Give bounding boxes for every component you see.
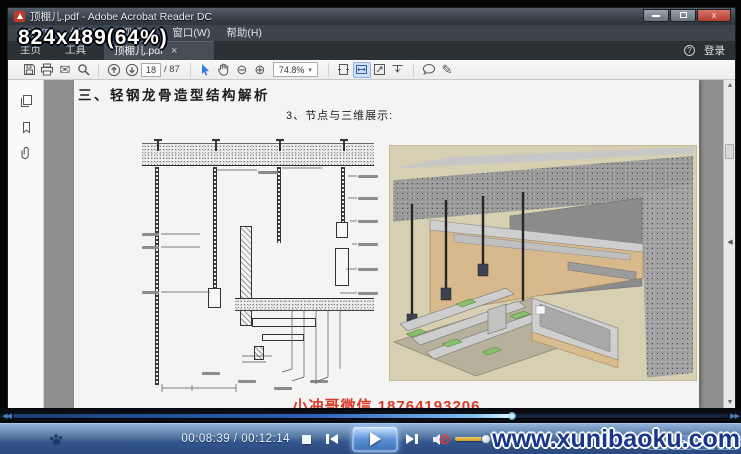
volume-slider[interactable] bbox=[455, 437, 487, 441]
play-button[interactable] bbox=[352, 426, 398, 452]
video-player-frame: 顶棚儿.pdf - Adobe Acrobat Reader DC x 文件(F… bbox=[0, 0, 741, 454]
select-tool-icon[interactable] bbox=[197, 62, 215, 78]
zoom-in-button[interactable]: ⊕ bbox=[251, 62, 269, 78]
fit-width-button[interactable] bbox=[353, 62, 371, 78]
zoom-out-button[interactable]: ⊖ bbox=[233, 62, 251, 78]
menu-window[interactable]: 窗口(W) bbox=[164, 25, 218, 41]
page-number-input[interactable] bbox=[141, 63, 161, 77]
seek-forward-icon[interactable]: ▶▶ bbox=[728, 412, 741, 420]
vertical-scrollbar[interactable]: ▲ ◀ ▼ bbox=[723, 80, 735, 408]
previous-button[interactable] bbox=[326, 434, 338, 444]
page-subtitle: 3、节点与三维展示: bbox=[286, 107, 393, 123]
main-toolbar: ✉ / 87 ⊖ ⊕ 74.8% ▾ bbox=[8, 60, 735, 80]
render-3d-figure bbox=[390, 146, 696, 380]
reading-mode-button[interactable] bbox=[371, 62, 389, 78]
seek-bar[interactable]: ◀◀ ▶▶ bbox=[0, 408, 741, 423]
minimize-button[interactable] bbox=[643, 9, 669, 22]
fill-sign-icon[interactable]: ✎ bbox=[438, 62, 456, 78]
scroll-down-arrow[interactable]: ▼ bbox=[724, 399, 735, 406]
print-button[interactable] bbox=[38, 62, 56, 78]
fit-one-page-button[interactable] bbox=[335, 62, 353, 78]
structure-overlay bbox=[390, 146, 696, 380]
acrobat-window: 顶棚儿.pdf - Adobe Acrobat Reader DC x 文件(F… bbox=[8, 8, 735, 408]
fit-visible-button[interactable] bbox=[389, 62, 407, 78]
save-button[interactable] bbox=[20, 62, 38, 78]
attachments-icon[interactable] bbox=[8, 140, 44, 166]
stop-button[interactable] bbox=[302, 435, 311, 444]
mute-volume-icon[interactable] bbox=[432, 432, 450, 447]
player-controls: 00:08:39 / 00:12:14 ▦ ≡ www.xunibaoku.co… bbox=[0, 423, 741, 454]
chevron-down-icon: ▾ bbox=[308, 66, 312, 74]
sign-in-link[interactable]: 登录 bbox=[704, 43, 725, 58]
time-display: 00:08:39 / 00:12:14 bbox=[160, 433, 290, 445]
tab-close-icon[interactable]: × bbox=[171, 46, 177, 57]
next-button[interactable] bbox=[406, 434, 418, 444]
email-icon[interactable]: ✉ bbox=[56, 62, 74, 78]
comment-icon[interactable] bbox=[420, 62, 438, 78]
page-title: 三、轻钢龙骨造型结构解析 bbox=[78, 84, 270, 104]
next-page-button[interactable] bbox=[123, 62, 141, 78]
seek-glow bbox=[508, 412, 516, 420]
maximize-button[interactable] bbox=[670, 9, 696, 22]
bookmarks-icon[interactable] bbox=[8, 114, 44, 140]
hand-tool-icon[interactable] bbox=[215, 62, 233, 78]
menu-help[interactable]: 帮助(H) bbox=[218, 25, 270, 41]
seek-back-icon[interactable]: ◀◀ bbox=[0, 412, 13, 420]
pdf-page: 三、轻钢龙骨造型结构解析 3、节点与三维展示: bbox=[74, 80, 699, 408]
document-view: 三、轻钢龙骨造型结构解析 3、节点与三维展示: bbox=[44, 80, 735, 408]
navigation-pane bbox=[8, 80, 44, 408]
zoom-level-value: 74.8% bbox=[279, 65, 305, 75]
scroll-up-arrow[interactable]: ▲ bbox=[724, 82, 735, 89]
previous-page-button[interactable] bbox=[105, 62, 123, 78]
page-thumbnails-icon[interactable] bbox=[8, 88, 44, 114]
leader-lines bbox=[142, 140, 380, 395]
title-bar: 顶棚儿.pdf - Adobe Acrobat Reader DC x bbox=[8, 8, 735, 25]
volume-thumb[interactable] bbox=[481, 434, 491, 444]
player-logo-paw-icon bbox=[48, 431, 65, 448]
help-icon[interactable]: ? bbox=[684, 45, 695, 56]
contact-watermark: 小冲哥微信 18764193206 bbox=[74, 395, 699, 408]
search-icon[interactable] bbox=[74, 62, 92, 78]
seek-track[interactable] bbox=[13, 414, 728, 418]
scrollbar-thumb[interactable] bbox=[725, 144, 734, 159]
time-text: 00:08:39 / 00:12:14 bbox=[181, 433, 290, 445]
resolution-osd: 824x489(64%) bbox=[18, 26, 168, 50]
zoom-level-dropdown[interactable]: 74.8% ▾ bbox=[273, 62, 318, 77]
tools-panel-collapse-icon[interactable]: ◀ bbox=[724, 238, 735, 246]
window-title: 顶棚儿.pdf - Adobe Acrobat Reader DC bbox=[30, 9, 212, 24]
detail-drawing-2d bbox=[142, 140, 380, 395]
acrobat-app-icon bbox=[14, 11, 25, 22]
close-button[interactable]: x bbox=[697, 9, 731, 22]
seek-progress bbox=[13, 414, 514, 418]
page-total-label: / 87 bbox=[164, 64, 180, 75]
site-watermark: www.xunibaoku.com bbox=[492, 425, 740, 454]
